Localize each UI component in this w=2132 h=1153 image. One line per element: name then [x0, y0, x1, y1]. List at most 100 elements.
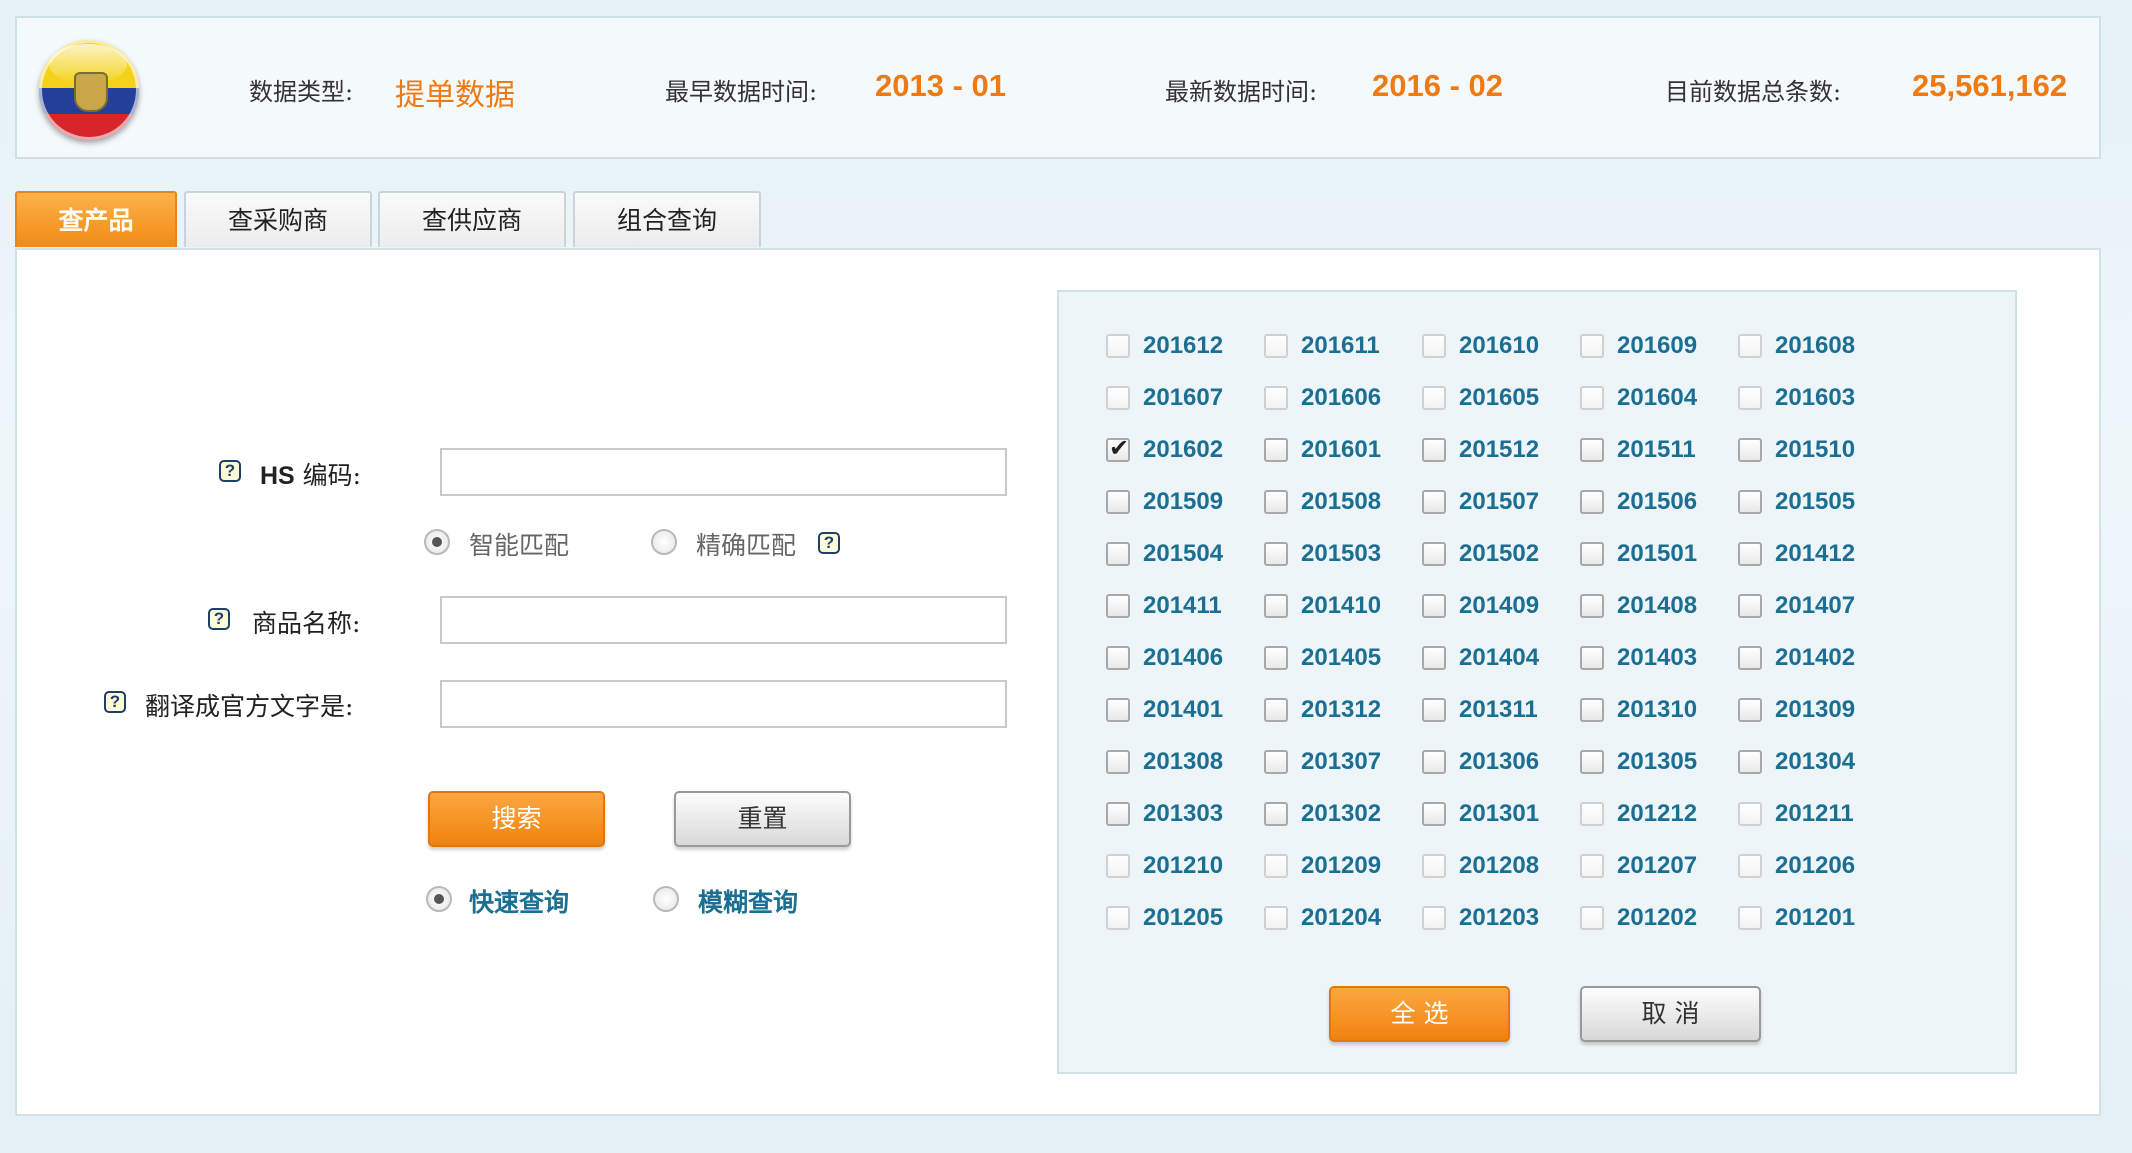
- month-label: 201305: [1617, 748, 1698, 775]
- month-checkbox[interactable]: [1264, 438, 1288, 462]
- month-checkbox[interactable]: [1106, 542, 1130, 566]
- month-checkbox[interactable]: [1738, 594, 1762, 618]
- month-checkbox[interactable]: [1264, 646, 1288, 670]
- month-checkbox[interactable]: [1106, 386, 1130, 410]
- month-label: 201607: [1143, 384, 1224, 411]
- month-label: 201612: [1143, 332, 1224, 359]
- hs-code-label: HS 编码:: [260, 461, 362, 490]
- month-checkbox[interactable]: [1264, 594, 1288, 618]
- month-label: 201309: [1775, 696, 1856, 723]
- select-all-button[interactable]: 全 选: [1329, 986, 1510, 1042]
- month-checkbox[interactable]: [1738, 490, 1762, 514]
- month-checkbox[interactable]: [1422, 802, 1446, 826]
- product-name-input[interactable]: [440, 596, 1007, 644]
- month-label: 201601: [1301, 436, 1382, 463]
- month-checkbox[interactable]: [1580, 698, 1604, 722]
- month-checkbox[interactable]: [1106, 698, 1130, 722]
- month-checkbox[interactable]: [1106, 646, 1130, 670]
- month-label: 201506: [1617, 488, 1698, 515]
- month-checkbox[interactable]: [1738, 646, 1762, 670]
- month-checkbox[interactable]: [1580, 490, 1604, 514]
- month-checkbox[interactable]: [1580, 646, 1604, 670]
- month-checkbox[interactable]: [1422, 906, 1446, 930]
- smart-match-radio[interactable]: [424, 529, 450, 555]
- search-button[interactable]: 搜索: [428, 791, 605, 847]
- month-label: 201310: [1617, 696, 1698, 723]
- month-label: 201504: [1143, 540, 1224, 567]
- product-name-label: 商品名称:: [252, 609, 361, 638]
- month-label: 201206: [1775, 852, 1856, 879]
- month-checkbox[interactable]: [1106, 434, 1130, 462]
- month-label: 201208: [1459, 852, 1540, 879]
- month-checkbox[interactable]: [1580, 594, 1604, 618]
- month-checkbox[interactable]: [1580, 906, 1604, 930]
- month-checkbox[interactable]: [1580, 438, 1604, 462]
- month-label: 201502: [1459, 540, 1540, 567]
- month-checkbox[interactable]: [1422, 854, 1446, 878]
- tab-combined-query[interactable]: 组合查询: [573, 191, 761, 247]
- month-checkbox[interactable]: [1422, 334, 1446, 358]
- month-checkbox[interactable]: [1580, 386, 1604, 410]
- month-checkbox[interactable]: [1264, 854, 1288, 878]
- month-selector: 201612 201611 201610 201609 201608 201607 2016…: [1057, 290, 2017, 1074]
- help-icon[interactable]: ?: [818, 532, 840, 554]
- month-checkbox[interactable]: [1738, 854, 1762, 878]
- fuzzy-query-radio[interactable]: [653, 886, 679, 912]
- month-label: 201204: [1301, 904, 1382, 931]
- month-checkbox[interactable]: [1580, 334, 1604, 358]
- month-label: 201609: [1617, 332, 1698, 359]
- help-icon[interactable]: ?: [104, 691, 126, 713]
- month-checkbox[interactable]: [1106, 802, 1130, 826]
- month-checkbox[interactable]: [1264, 750, 1288, 774]
- month-checkbox[interactable]: [1422, 646, 1446, 670]
- month-checkbox[interactable]: [1738, 802, 1762, 826]
- hs-code-input[interactable]: [440, 448, 1007, 496]
- month-checkbox[interactable]: [1580, 802, 1604, 826]
- month-checkbox[interactable]: [1580, 750, 1604, 774]
- cancel-button[interactable]: 取 消: [1580, 986, 1761, 1042]
- translation-input[interactable]: [440, 680, 1007, 728]
- month-checkbox[interactable]: [1106, 490, 1130, 514]
- help-icon[interactable]: ?: [219, 460, 241, 482]
- tab-buyers[interactable]: 查采购商: [184, 191, 372, 247]
- month-checkbox[interactable]: [1738, 906, 1762, 930]
- reset-button[interactable]: 重置: [674, 791, 851, 847]
- month-label: 201301: [1459, 800, 1540, 827]
- month-checkbox[interactable]: [1106, 854, 1130, 878]
- tab-suppliers[interactable]: 查供应商: [378, 191, 566, 247]
- month-label: 201405: [1301, 644, 1382, 671]
- month-checkbox[interactable]: [1738, 334, 1762, 358]
- month-checkbox[interactable]: [1580, 542, 1604, 566]
- fast-query-radio[interactable]: [426, 886, 452, 912]
- month-checkbox[interactable]: [1738, 542, 1762, 566]
- month-checkbox[interactable]: [1264, 542, 1288, 566]
- month-checkbox[interactable]: [1738, 698, 1762, 722]
- month-checkbox[interactable]: [1580, 854, 1604, 878]
- month-checkbox[interactable]: [1738, 750, 1762, 774]
- month-checkbox[interactable]: [1422, 490, 1446, 514]
- month-checkbox[interactable]: [1738, 386, 1762, 410]
- month-checkbox[interactable]: [1422, 750, 1446, 774]
- month-checkbox[interactable]: [1264, 698, 1288, 722]
- month-checkbox[interactable]: [1106, 594, 1130, 618]
- month-label: 201303: [1143, 800, 1224, 827]
- tab-products[interactable]: 查产品: [15, 191, 177, 247]
- month-checkbox[interactable]: [1106, 750, 1130, 774]
- month-checkbox[interactable]: [1422, 594, 1446, 618]
- month-checkbox[interactable]: [1422, 698, 1446, 722]
- month-checkbox[interactable]: [1422, 438, 1446, 462]
- month-checkbox[interactable]: [1264, 334, 1288, 358]
- month-checkbox[interactable]: [1264, 802, 1288, 826]
- month-checkbox[interactable]: [1422, 542, 1446, 566]
- month-label: 201207: [1617, 852, 1698, 879]
- month-checkbox[interactable]: [1422, 386, 1446, 410]
- month-checkbox[interactable]: [1264, 906, 1288, 930]
- month-checkbox[interactable]: [1106, 906, 1130, 930]
- month-checkbox[interactable]: [1264, 490, 1288, 514]
- month-checkbox[interactable]: [1738, 438, 1762, 462]
- exact-match-label: 精确匹配: [696, 531, 797, 560]
- month-checkbox[interactable]: [1106, 334, 1130, 358]
- month-checkbox[interactable]: [1264, 386, 1288, 410]
- exact-match-radio[interactable]: [651, 529, 677, 555]
- help-icon[interactable]: ?: [208, 608, 230, 630]
